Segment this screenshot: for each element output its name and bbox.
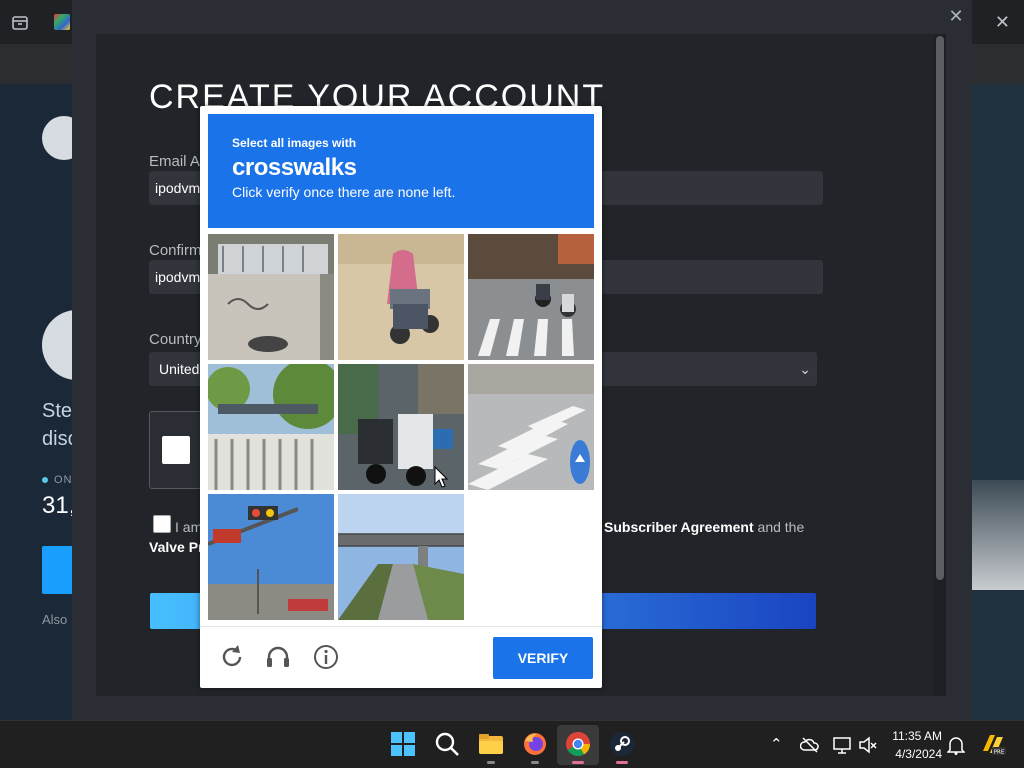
prompt-keyword: crosswalks bbox=[232, 154, 357, 181]
file-explorer-indicator bbox=[487, 761, 495, 764]
online-label: ON bbox=[54, 474, 73, 486]
steam-icon[interactable] bbox=[609, 731, 635, 757]
chevron-down-icon: ⌄ bbox=[799, 361, 811, 377]
online-dot-icon bbox=[42, 477, 48, 483]
confirm-email-label: Confirm bbox=[149, 242, 202, 259]
audio-challenge-icon[interactable] bbox=[264, 643, 292, 671]
online-status: ON bbox=[42, 474, 73, 486]
email-label: Email Ac bbox=[149, 153, 208, 170]
tile-bus-stop-trees[interactable] bbox=[208, 364, 334, 490]
search-icon[interactable] bbox=[434, 731, 460, 757]
mouse-cursor-icon bbox=[434, 466, 448, 488]
svg-text:PRE: PRE bbox=[994, 750, 1005, 756]
chrome-indicator bbox=[572, 761, 584, 764]
tab-favicon-icon[interactable] bbox=[54, 14, 70, 30]
country-value: United bbox=[159, 361, 200, 377]
onedrive-icon[interactable] bbox=[800, 735, 820, 755]
file-explorer-icon[interactable] bbox=[478, 731, 504, 757]
right-background-image bbox=[972, 480, 1024, 590]
agree-text: I am bbox=[175, 519, 203, 535]
captcha-checkbox[interactable] bbox=[162, 436, 190, 464]
country-label: Country bbox=[149, 331, 202, 348]
right-background-strip bbox=[972, 84, 1024, 720]
tile-scooter-rider[interactable] bbox=[338, 234, 464, 360]
network-icon[interactable] bbox=[832, 735, 852, 755]
firefox-icon[interactable] bbox=[522, 731, 548, 757]
valve-privacy-link[interactable]: Valve Pr bbox=[149, 539, 204, 555]
captcha-prompt: Select all images with crosswalks Click … bbox=[208, 114, 594, 228]
side-text-1: Ste bbox=[42, 400, 73, 422]
tab-search-icon[interactable] bbox=[8, 10, 32, 34]
tile-overpass-road[interactable] bbox=[338, 494, 464, 620]
tile-crosswalk-arrow[interactable] bbox=[468, 364, 594, 490]
copilot-preview-icon[interactable]: PRE bbox=[980, 731, 1006, 757]
captcha-footer: VERIFY bbox=[200, 626, 602, 689]
tile-traffic-light[interactable] bbox=[208, 494, 334, 620]
captcha-challenge: Select all images with crosswalks Click … bbox=[200, 106, 602, 688]
agree-tail: and the bbox=[757, 519, 805, 535]
prompt-line1: Select all images with bbox=[232, 136, 357, 150]
scrollbar-thumb[interactable] bbox=[936, 36, 944, 580]
agree-checkbox[interactable] bbox=[153, 515, 171, 533]
taskbar: ⌃ 11:35 AM 4/3/2024 PRE bbox=[0, 720, 1024, 768]
tile-wall-graffiti[interactable] bbox=[208, 234, 334, 360]
firefox-indicator bbox=[531, 761, 539, 764]
steam-indicator bbox=[616, 761, 628, 764]
refresh-icon[interactable] bbox=[218, 643, 246, 671]
chrome-icon[interactable] bbox=[565, 731, 591, 757]
volume-muted-icon[interactable] bbox=[858, 735, 878, 755]
notification-bell-icon[interactable] bbox=[947, 735, 965, 755]
window-close-icon[interactable]: ✕ bbox=[995, 12, 1010, 33]
info-icon[interactable] bbox=[312, 643, 340, 671]
dialog-close-icon[interactable]: ✕ bbox=[946, 6, 966, 26]
clock-time[interactable]: 11:35 AM bbox=[886, 729, 942, 743]
online-count: 31, bbox=[42, 492, 76, 519]
agree-text-right: Subscriber Agreement and the bbox=[604, 519, 804, 535]
clock-date[interactable]: 4/3/2024 bbox=[886, 747, 942, 761]
subscriber-agreement-link[interactable]: Subscriber Agreement bbox=[604, 519, 754, 535]
start-icon[interactable] bbox=[390, 731, 416, 757]
chevron-up-icon[interactable]: ⌃ bbox=[770, 735, 783, 753]
verify-button[interactable]: VERIFY bbox=[493, 637, 593, 679]
tile-crosswalk-traffic[interactable] bbox=[468, 234, 594, 360]
prompt-instructions: Click verify once there are none left. bbox=[232, 184, 456, 200]
also-text: Also bbox=[42, 612, 68, 627]
